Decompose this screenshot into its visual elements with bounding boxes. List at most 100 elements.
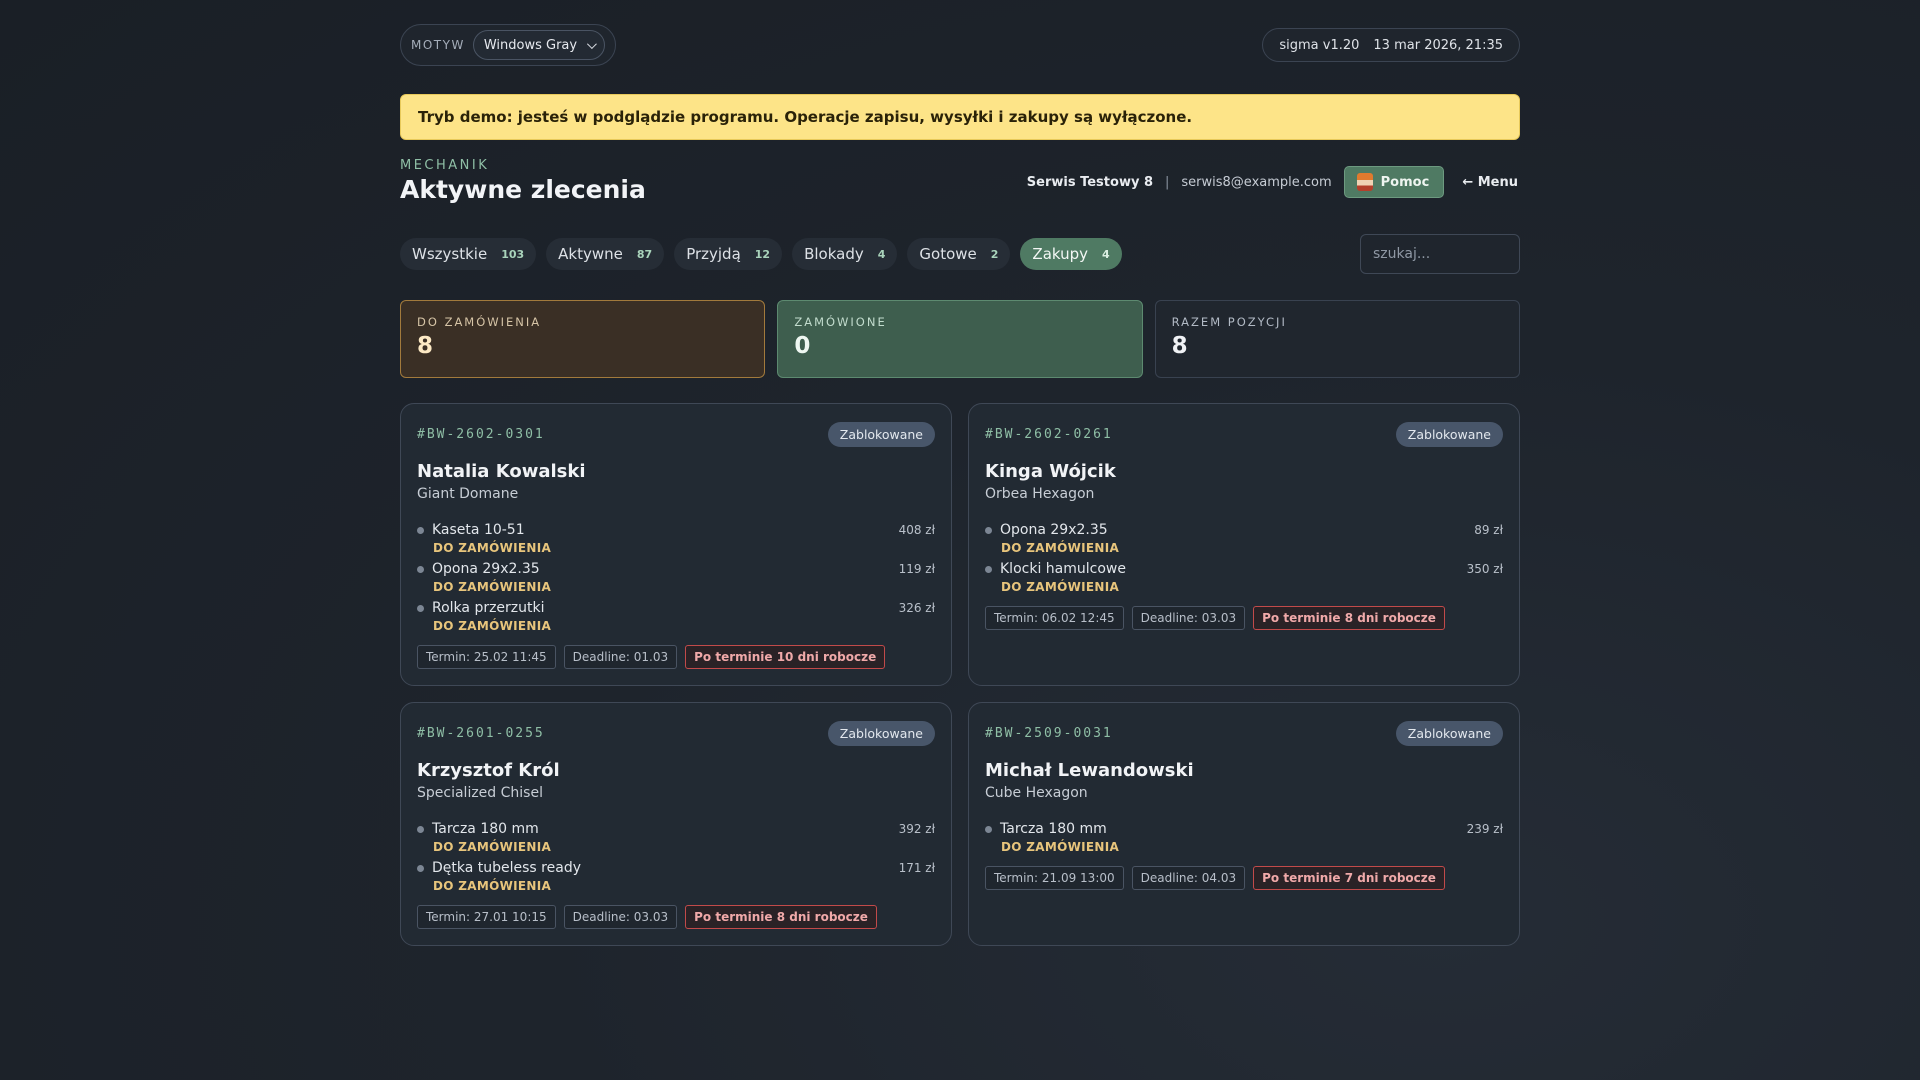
order-card[interactable]: #BW-2602-0261 Zablokowane Kinga Wójcik O… — [968, 403, 1520, 686]
page-header: MECHANIK Aktywne zlecenia Serwis Testowy… — [400, 158, 1520, 216]
date-chips: Termin: 25.02 11:45 Deadline: 01.03 Po t… — [417, 645, 935, 669]
bullet-dot-icon — [417, 825, 424, 833]
tab-label: Gotowe — [919, 245, 977, 263]
tab-zakupy[interactable]: Zakupy 4 — [1020, 238, 1122, 270]
parts-list: Opona 29x2.35 89 zł DO ZAMÓWIENIA Klocki… — [985, 522, 1503, 594]
demo-banner: Tryb demo: jesteś w podglądzie programu.… — [400, 94, 1520, 140]
part-price: 119 zł — [898, 562, 935, 576]
part-name-wrap: Tarcza 180 mm — [417, 821, 539, 837]
filter-tabs: Wszystkie 103 Aktywne 87 Przyjdą 12 Blok… — [400, 238, 1122, 270]
order-card[interactable]: #BW-2509-0031 Zablokowane Michał Lewando… — [968, 702, 1520, 946]
order-card-header: #BW-2601-0255 Zablokowane — [417, 721, 935, 746]
bike-model: Orbea Hexagon — [985, 486, 1095, 502]
stat-total-items: RAZEM POZYCJI 8 — [1154, 300, 1520, 378]
page-title: Aktywne zlecenia — [400, 175, 646, 204]
part-status: DO ZAMÓWIENIA — [1001, 840, 1120, 854]
part-name-wrap: Kaseta 10-51 — [417, 522, 525, 538]
order-id: #BW-2602-0261 — [985, 427, 1113, 442]
parts-list: Tarcza 180 mm 392 zł DO ZAMÓWIENIA Dętka… — [417, 821, 935, 893]
part-price: 326 zł — [898, 601, 935, 615]
tab-wszystkie[interactable]: Wszystkie 103 — [400, 238, 537, 270]
theme-select[interactable]: Windows Gray — [472, 30, 606, 60]
theme-picker: MOTYW Windows Gray — [400, 24, 617, 66]
user-bar: Serwis Testowy 8 | serwis8@example.com P… — [1027, 166, 1520, 198]
order-id: #BW-2602-0301 — [417, 427, 545, 442]
stat-label: ZAMÓWIONE — [794, 315, 887, 329]
overdue-chip: Po terminie 7 dni robocze — [1253, 866, 1445, 890]
part-name-wrap: Opona 29x2.35 — [985, 522, 1108, 538]
tab-label: Zakupy — [1032, 245, 1089, 263]
tab-label: Wszystkie — [412, 245, 488, 263]
help-button[interactable]: Pomoc — [1343, 166, 1445, 198]
bike-model: Cube Hexagon — [985, 785, 1088, 801]
part-price: 392 zł — [898, 822, 935, 836]
termin-chip: Termin: 06.02 12:45 — [985, 606, 1124, 630]
date-chips: Termin: 06.02 12:45 Deadline: 03.03 Po t… — [985, 606, 1503, 630]
status-badge: Zablokowane — [1395, 721, 1503, 746]
part-status: DO ZAMÓWIENIA — [433, 840, 552, 854]
part-name-wrap: Opona 29x2.35 — [417, 561, 540, 577]
tab-count: 2 — [990, 247, 999, 261]
stat-ordered: ZAMÓWIONE 0 — [777, 300, 1143, 378]
order-id: #BW-2601-0255 — [417, 726, 545, 741]
tab-przyjda[interactable]: Przyjdą 12 — [674, 238, 783, 270]
role-label: MECHANIK — [400, 158, 490, 173]
part-name: Rolka przerzutki — [432, 600, 545, 616]
part-name-wrap: Klocki hamulcowe — [985, 561, 1126, 577]
status-badge: Zablokowane — [827, 422, 935, 447]
part-status: DO ZAMÓWIENIA — [433, 619, 552, 633]
tab-count: 4 — [877, 247, 886, 261]
bullet-dot-icon — [985, 526, 992, 534]
list-item: Opona 29x2.35 119 zł DO ZAMÓWIENIA — [417, 561, 935, 594]
termin-chip: Termin: 27.01 10:15 — [417, 905, 556, 929]
order-card-header: #BW-2509-0031 Zablokowane — [985, 721, 1503, 746]
part-name: Opona 29x2.35 — [432, 561, 540, 577]
termin-chip: Termin: 21.09 13:00 — [985, 866, 1124, 890]
overdue-chip: Po terminie 10 dni robocze — [685, 645, 886, 669]
part-price: 408 zł — [898, 523, 935, 537]
parts-list: Kaseta 10-51 408 zł DO ZAMÓWIENIA Opona … — [417, 522, 935, 633]
part-name: Dętka tubeless ready — [432, 860, 581, 876]
list-item: Opona 29x2.35 89 zł DO ZAMÓWIENIA — [985, 522, 1503, 555]
tab-gotowe[interactable]: Gotowe 2 — [907, 238, 1011, 270]
list-item: Dętka tubeless ready 171 zł DO ZAMÓWIENI… — [417, 860, 935, 893]
part-name: Tarcza 180 mm — [432, 821, 539, 837]
part-name-wrap: Tarcza 180 mm — [985, 821, 1107, 837]
list-item: Klocki hamulcowe 350 zł DO ZAMÓWIENIA — [985, 561, 1503, 594]
part-row: Rolka przerzutki 326 zł — [417, 600, 935, 616]
menu-link[interactable]: ← Menu — [1456, 175, 1520, 190]
order-card[interactable]: #BW-2602-0301 Zablokowane Natalia Kowals… — [400, 403, 952, 686]
version-info: sigma v1.20 13 mar 2026, 21:35 — [1262, 28, 1520, 62]
tab-aktywne[interactable]: Aktywne 87 — [546, 238, 665, 270]
list-item: Tarcza 180 mm 239 zł DO ZAMÓWIENIA — [985, 821, 1503, 854]
part-row: Klocki hamulcowe 350 zł — [985, 561, 1503, 577]
part-row: Opona 29x2.35 89 zł — [985, 522, 1503, 538]
current-datetime: 13 mar 2026, 21:35 — [1373, 37, 1503, 53]
deadline-chip: Deadline: 03.03 — [563, 905, 678, 929]
part-name: Tarcza 180 mm — [1000, 821, 1107, 837]
part-price: 171 zł — [898, 861, 935, 875]
tab-count: 4 — [1102, 247, 1110, 261]
order-card[interactable]: #BW-2601-0255 Zablokowane Krzysztof Król… — [400, 702, 952, 946]
date-chips: Termin: 27.01 10:15 Deadline: 03.03 Po t… — [417, 905, 935, 929]
parts-list: Tarcza 180 mm 239 zł DO ZAMÓWIENIA — [985, 821, 1503, 854]
mascot-icon — [1356, 173, 1373, 191]
tab-count: 103 — [501, 247, 525, 261]
deadline-chip: Deadline: 01.03 — [563, 645, 678, 669]
list-item: Kaseta 10-51 408 zł DO ZAMÓWIENIA — [417, 522, 935, 555]
part-name: Klocki hamulcowe — [1000, 561, 1126, 577]
status-badge: Zablokowane — [827, 721, 935, 746]
demo-banner-text: Tryb demo: jesteś w podglądzie programu.… — [418, 108, 1193, 126]
search-input[interactable] — [1360, 234, 1520, 274]
tab-blokady[interactable]: Blokady 4 — [792, 238, 898, 270]
part-status: DO ZAMÓWIENIA — [433, 879, 552, 893]
part-status: DO ZAMÓWIENIA — [433, 541, 552, 555]
bullet-dot-icon — [417, 526, 424, 534]
filter-row: Wszystkie 103 Aktywne 87 Przyjdą 12 Blok… — [400, 234, 1520, 274]
part-row: Tarcza 180 mm 392 zł — [417, 821, 935, 837]
bullet-dot-icon — [417, 864, 424, 872]
deadline-chip: Deadline: 04.03 — [1131, 866, 1246, 890]
user-separator: | — [1165, 174, 1170, 190]
theme-select-value: Windows Gray — [483, 37, 578, 53]
stat-value: 8 — [1171, 333, 1188, 359]
